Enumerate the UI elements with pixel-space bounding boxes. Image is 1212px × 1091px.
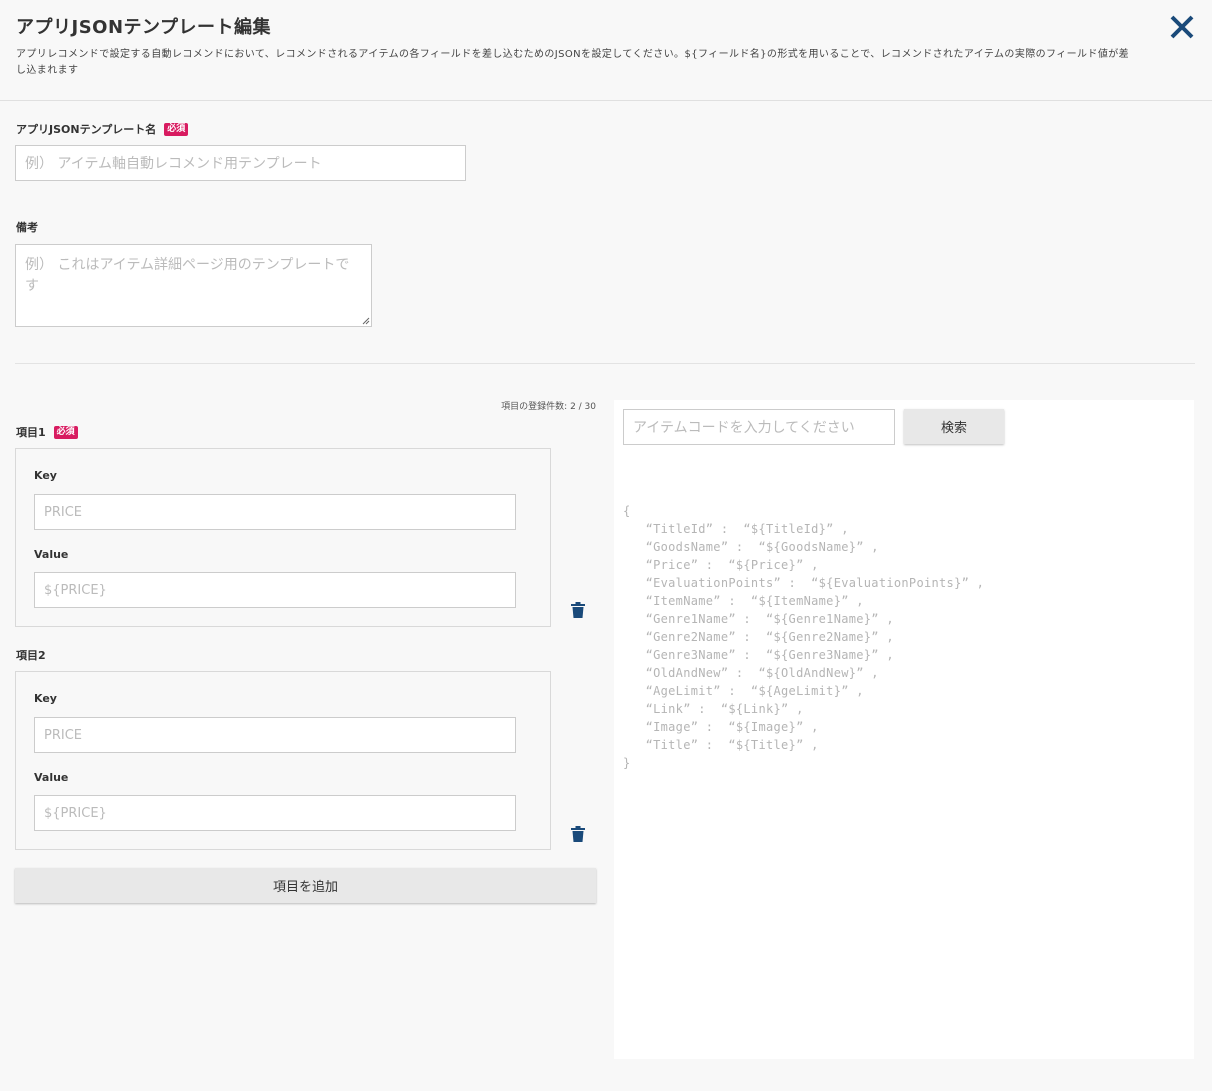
json-line: “Price” : “${Price}” , bbox=[623, 558, 819, 572]
json-line: “Image” : “${Image}” , bbox=[623, 720, 819, 734]
add-item-button[interactable]: 項目を追加 bbox=[15, 868, 596, 903]
json-line: } bbox=[623, 756, 631, 770]
item-2-label: 項目2 bbox=[16, 647, 46, 663]
search-button[interactable]: 検索 bbox=[904, 409, 1004, 444]
modal-header: アプリJSONテンプレート編集 アプリレコメンドで設定する自動レコメンドにおいて… bbox=[0, 0, 1212, 101]
item-1-label-text: 項目1 bbox=[16, 426, 46, 439]
json-line: “Genre3Name” : “${Genre3Name}” , bbox=[623, 648, 894, 662]
json-line: { bbox=[623, 504, 631, 518]
json-preview: { “TitleId” : “${TitleId}” , “GoodsName”… bbox=[623, 502, 1183, 772]
json-line: “EvaluationPoints” : “${EvaluationPoints… bbox=[623, 576, 985, 590]
notes-label: 備考 bbox=[16, 219, 38, 235]
item-1-box: Key PRICE Value ${PRICE} bbox=[15, 448, 551, 627]
close-icon bbox=[1170, 15, 1194, 39]
page-description: アプリレコメンドで設定する自動レコメンドにおいて、レコメンドされるアイテムの各フ… bbox=[16, 49, 1130, 76]
item-2-value-input[interactable]: ${PRICE} bbox=[34, 795, 516, 831]
json-preview-panel: アイテムコードを入力してください 検索 { “TitleId” : “${Tit… bbox=[614, 400, 1194, 1059]
section-divider bbox=[15, 363, 1195, 364]
json-line: “Genre1Name” : “${Genre1Name}” , bbox=[623, 612, 894, 626]
item-2-key-input[interactable]: PRICE bbox=[34, 717, 516, 753]
page-title: アプリJSONテンプレート編集 bbox=[16, 17, 271, 38]
key-label: Key bbox=[34, 692, 57, 705]
template-name-label: アプリJSONテンプレート名 必須 bbox=[16, 121, 189, 137]
value-label: Value bbox=[34, 771, 69, 784]
template-name-input[interactable]: 例） アイテム軸自動レコメンド用テンプレート bbox=[15, 145, 466, 181]
item-1-value-input[interactable]: ${PRICE} bbox=[34, 572, 516, 608]
notes-textarea[interactable]: 例） これはアイテム詳細ページ用のテンプレートです bbox=[15, 244, 372, 327]
json-line: “Link” : “${Link}” , bbox=[623, 702, 804, 716]
json-line: “Genre2Name” : “${Genre2Name}” , bbox=[623, 630, 894, 644]
items-count: 項目の登録件数: 2 / 30 bbox=[501, 402, 596, 412]
item-2-delete-icon[interactable] bbox=[571, 826, 585, 842]
notes-label-text: 備考 bbox=[16, 221, 38, 234]
json-line: “OldAndNew” : “${OldAndNew}” , bbox=[623, 666, 879, 680]
search-placeholder: アイテムコードを入力してください bbox=[633, 420, 855, 436]
item-code-search-input[interactable]: アイテムコードを入力してください bbox=[623, 409, 895, 445]
required-badge: 必須 bbox=[164, 122, 189, 136]
template-name-label-text: アプリJSONテンプレート名 bbox=[16, 123, 157, 136]
notes-placeholder: 例） これはアイテム詳細ページ用のテンプレートです bbox=[25, 257, 350, 294]
key-label: Key bbox=[34, 469, 57, 482]
required-badge: 必須 bbox=[53, 425, 78, 439]
resize-handle-icon[interactable] bbox=[362, 317, 370, 325]
item-1-key-input[interactable]: PRICE bbox=[34, 494, 516, 530]
json-line: “TitleId” : “${TitleId}” , bbox=[623, 522, 849, 536]
value-placeholder: ${PRICE} bbox=[44, 582, 107, 598]
item-2-box: Key PRICE Value ${PRICE} bbox=[15, 671, 551, 850]
value-placeholder: ${PRICE} bbox=[44, 805, 107, 821]
json-line: “GoodsName” : “${GoodsName}” , bbox=[623, 540, 879, 554]
key-placeholder: PRICE bbox=[44, 727, 82, 743]
key-placeholder: PRICE bbox=[44, 504, 82, 520]
json-line: “Title” : “${Title}” , bbox=[623, 738, 819, 752]
item-2-label-text: 項目2 bbox=[16, 649, 46, 662]
json-line: “ItemName” : “${ItemName}” , bbox=[623, 594, 864, 608]
value-label: Value bbox=[34, 548, 69, 561]
json-line: “AgeLimit” : “${AgeLimit}” , bbox=[623, 684, 864, 698]
template-name-placeholder: 例） アイテム軸自動レコメンド用テンプレート bbox=[25, 156, 322, 172]
close-button[interactable] bbox=[1166, 11, 1198, 43]
item-1-delete-icon[interactable] bbox=[571, 602, 585, 618]
item-1-label: 項目1 必須 bbox=[16, 424, 78, 440]
